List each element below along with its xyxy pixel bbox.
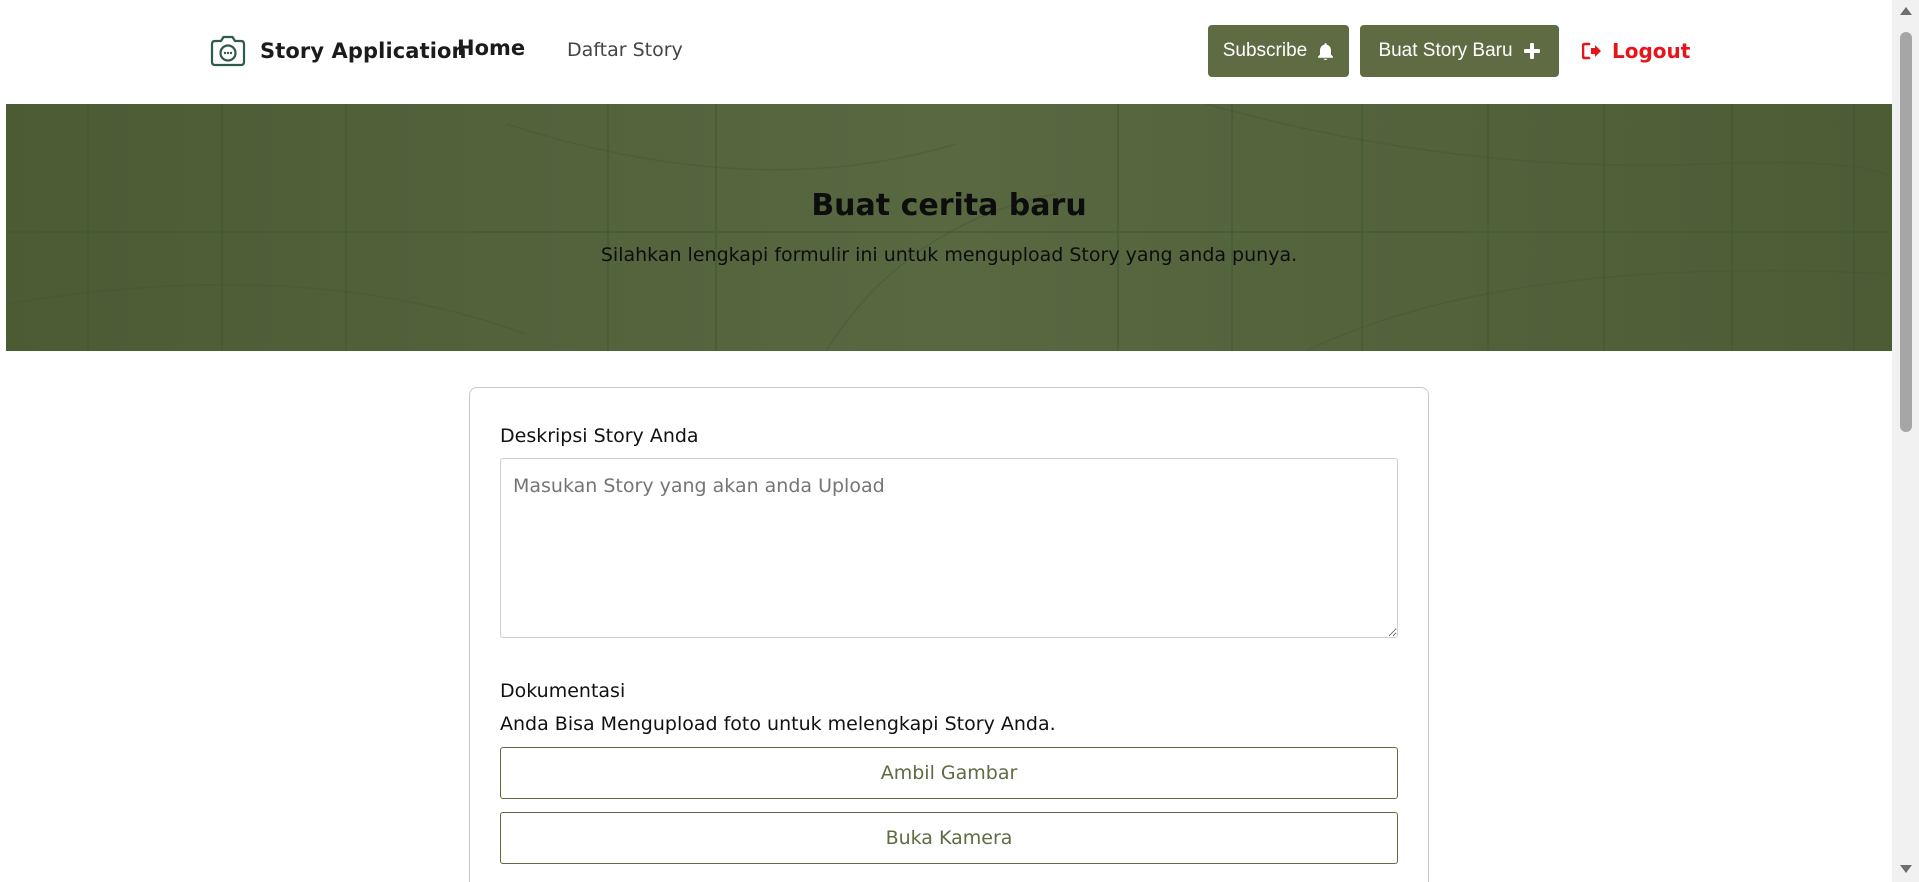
plus-icon — [1523, 43, 1540, 59]
page-subtitle: Silahkan lengkapi formulir ini untuk men… — [600, 244, 1298, 266]
scroll-down-arrow-icon[interactable] — [1899, 864, 1913, 874]
subscribe-button[interactable]: Subscribe — [1208, 25, 1349, 77]
logout-label: Logout — [1612, 39, 1691, 63]
story-form-card: Deskripsi Story Anda Dokumentasi Anda Bi… — [469, 387, 1429, 882]
page-title: Buat cerita baru — [811, 188, 1087, 223]
description-label: Deskripsi Story Anda — [500, 425, 699, 447]
sign-out-icon — [1582, 42, 1601, 60]
viewport: Story Application Home Daftar Story Subs… — [6, 0, 1892, 882]
vertical-scrollbar[interactable] — [1892, 0, 1919, 882]
documentation-label: Dokumentasi — [500, 680, 626, 702]
hero-background-pattern — [6, 104, 1892, 351]
scroll-up-arrow-icon[interactable] — [1899, 6, 1913, 16]
brand[interactable]: Story Application — [210, 34, 467, 68]
ambil-gambar-button[interactable]: Ambil Gambar — [500, 747, 1398, 799]
top-navbar: Story Application Home Daftar Story Subs… — [6, 0, 1892, 104]
bell-icon — [1318, 42, 1334, 60]
hero-banner: Buat cerita baru Silahkan lengkapi formu… — [6, 104, 1892, 351]
logout-link[interactable]: Logout — [1582, 36, 1690, 66]
nav-daftar-story-link[interactable]: Daftar Story — [567, 39, 683, 61]
brand-name: Story Application — [260, 39, 467, 63]
buat-story-baru-label: Buat Story Baru — [1378, 40, 1513, 61]
scrollbar-thumb[interactable] — [1900, 32, 1912, 432]
story-description-textarea[interactable] — [500, 458, 1398, 638]
camera-icon — [210, 35, 246, 67]
buka-kamera-button[interactable]: Buka Kamera — [500, 812, 1398, 864]
subscribe-button-label: Subscribe — [1222, 40, 1308, 61]
buat-story-baru-button[interactable]: Buat Story Baru — [1360, 25, 1559, 77]
nav-home-link[interactable]: Home — [457, 36, 525, 60]
documentation-helper-text: Anda Bisa Mengupload foto untuk melengka… — [500, 713, 1056, 735]
